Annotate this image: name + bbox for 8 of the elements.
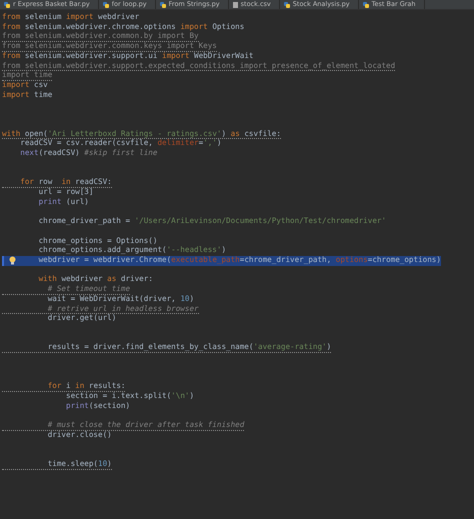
file-icon	[232, 2, 238, 8]
python-file-icon	[160, 2, 166, 8]
python-file-icon	[4, 2, 10, 8]
python-file-icon	[102, 2, 109, 8]
python-file-icon	[362, 2, 369, 8]
python-file-icon	[284, 2, 290, 8]
lightbulb-icon[interactable]	[9, 256, 16, 265]
caret-marker	[2, 256, 4, 266]
